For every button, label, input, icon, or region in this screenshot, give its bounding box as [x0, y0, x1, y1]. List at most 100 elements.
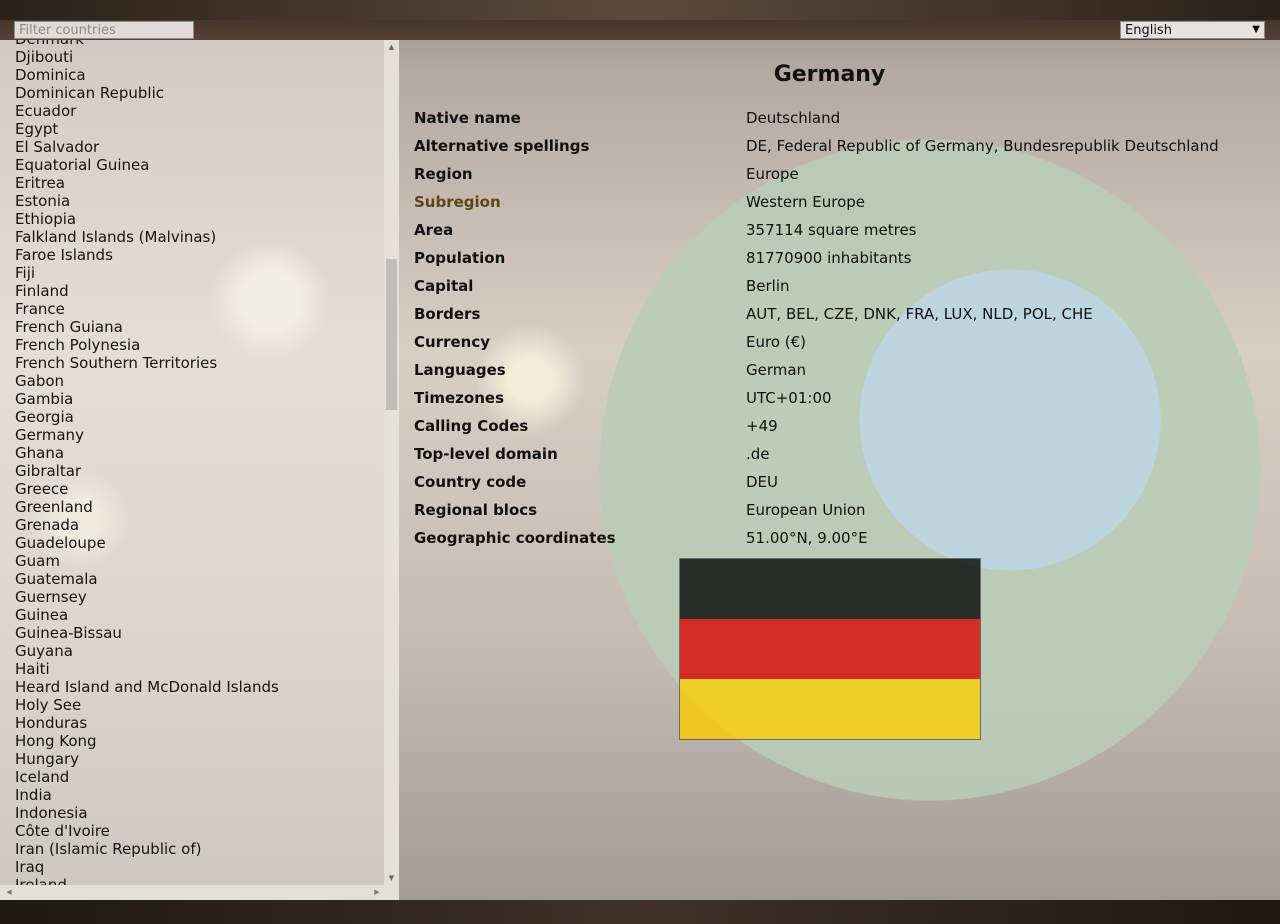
country-list-item[interactable]: French Polynesia: [15, 336, 279, 354]
info-row: Native name Deutschland: [414, 104, 1219, 132]
info-row: Country code DEU: [414, 468, 1219, 496]
country-list-item[interactable]: Holy See: [15, 696, 279, 714]
country-list-item[interactable]: Georgia: [15, 408, 279, 426]
scroll-right-icon[interactable]: ▶: [370, 885, 384, 900]
info-label: Subregion: [414, 193, 501, 211]
country-list-item[interactable]: Indonesia: [15, 804, 279, 822]
country-list-item[interactable]: Haiti: [15, 660, 279, 678]
bottom-background-strip: [0, 900, 1280, 924]
country-list-item[interactable]: Ethiopia: [15, 210, 279, 228]
country-list-item[interactable]: Faroe Islands: [15, 246, 279, 264]
info-label: Calling Codes: [414, 417, 529, 435]
info-value: Deutschland: [746, 109, 841, 127]
info-row: Borders AUT, BEL, CZE, DNK, FRA, LUX, NLD…: [414, 300, 1219, 328]
country-list-item[interactable]: Guatemala: [15, 570, 279, 588]
info-row: Region Europe: [414, 160, 1219, 188]
info-label: Area: [414, 221, 454, 239]
language-select[interactable]: English ▼: [1120, 21, 1265, 39]
country-flag: [679, 558, 981, 740]
info-label: Population: [414, 249, 506, 267]
country-list-item[interactable]: Guam: [15, 552, 279, 570]
country-list-item[interactable]: Iran (Islamic Republic of): [15, 840, 279, 858]
country-info-table: Native name Deutschland Alternative spelli…: [414, 104, 1219, 552]
country-list-item[interactable]: Honduras: [15, 714, 279, 732]
info-label: Currency: [414, 333, 491, 351]
info-row: Calling Codes +49: [414, 412, 1219, 440]
country-list-item[interactable]: Hong Kong: [15, 732, 279, 750]
info-label: Top-level domain: [414, 445, 558, 463]
country-list-item[interactable]: Ecuador: [15, 102, 279, 120]
country-list-item[interactable]: Greenland: [15, 498, 279, 516]
info-row: Subregion Western Europe: [414, 188, 1219, 216]
country-list-item[interactable]: Egypt: [15, 120, 279, 138]
country-list-item[interactable]: Djibouti: [15, 48, 279, 66]
country-list-item[interactable]: El Salvador: [15, 138, 279, 156]
country-list-item[interactable]: Estonia: [15, 192, 279, 210]
country-list-item[interactable]: Guinea-Bissau: [15, 624, 279, 642]
country-list-item[interactable]: Finland: [15, 282, 279, 300]
country-list-item[interactable]: Ireland: [15, 876, 279, 885]
country-list-item[interactable]: French Guiana: [15, 318, 279, 336]
filter-countries-input[interactable]: [14, 21, 194, 39]
info-row: Languages German: [414, 356, 1219, 384]
country-list-item[interactable]: Côte d'Ivoire: [15, 822, 279, 840]
country-list-item[interactable]: Greece: [15, 480, 279, 498]
country-list-item[interactable]: Iraq: [15, 858, 279, 876]
country-list-item[interactable]: Gambia: [15, 390, 279, 408]
country-list-item[interactable]: Fiji: [15, 264, 279, 282]
info-value: .de: [746, 445, 770, 463]
info-value: Western Europe: [746, 193, 866, 211]
info-value: German: [746, 361, 807, 379]
info-value: UTC+01:00: [746, 389, 832, 407]
vertical-scrollbar[interactable]: ▲ ▼: [384, 40, 399, 885]
flag-stripe: [680, 559, 980, 619]
country-list-item[interactable]: Dominica: [15, 66, 279, 84]
scroll-up-icon[interactable]: ▲: [384, 40, 399, 54]
country-list-item[interactable]: Gabon: [15, 372, 279, 390]
country-list-item[interactable]: France: [15, 300, 279, 318]
info-label: Languages: [414, 361, 506, 379]
info-value: Europe: [746, 165, 799, 183]
info-row: Alternative spellings DE, Federal Republi…: [414, 132, 1219, 160]
country-list-item[interactable]: Dominican Republic: [15, 84, 279, 102]
country-list-item[interactable]: Equatorial Guinea: [15, 156, 279, 174]
country-list-item[interactable]: Gibraltar: [15, 462, 279, 480]
info-label: Borders: [414, 305, 481, 323]
info-value: 51.00°N, 9.00°E: [746, 529, 868, 547]
info-label: Timezones: [414, 389, 504, 407]
country-list-item[interactable]: India: [15, 786, 279, 804]
country-title: Germany: [773, 62, 886, 87]
country-list-item[interactable]: Guinea: [15, 606, 279, 624]
vertical-scrollbar-thumb[interactable]: [386, 259, 397, 410]
country-list-item[interactable]: French Southern Territories: [15, 354, 279, 372]
info-label: Region: [414, 165, 473, 183]
scrollbar-corner: [384, 885, 399, 900]
country-list-item[interactable]: Iceland: [15, 768, 279, 786]
horizontal-scrollbar[interactable]: ◀ ▶: [0, 885, 384, 900]
info-row: Area 357114 square metres: [414, 216, 1219, 244]
info-label: Geographic coordinates: [414, 529, 616, 547]
country-list-item[interactable]: Hungary: [15, 750, 279, 768]
info-label: Capital: [414, 277, 474, 295]
info-row: Top-level domain .de: [414, 440, 1219, 468]
country-list-item[interactable]: Grenada: [15, 516, 279, 534]
info-value: AUT, BEL, CZE, DNK, FRA, LUX, NLD, POL, …: [746, 305, 1093, 323]
country-list-item[interactable]: Eritrea: [15, 174, 279, 192]
country-list-item[interactable]: Guernsey: [15, 588, 279, 606]
country-list-item[interactable]: Falkland Islands (Malvinas): [15, 228, 279, 246]
country-list-item[interactable]: Denmark: [15, 40, 279, 48]
country-list-item[interactable]: Heard Island and McDonald Islands: [15, 678, 279, 696]
scroll-left-icon[interactable]: ◀: [2, 885, 16, 900]
country-list-item[interactable]: Guyana: [15, 642, 279, 660]
country-list-item[interactable]: Germany: [15, 426, 279, 444]
info-label: Alternative spellings: [414, 137, 590, 155]
country-list-item[interactable]: Ghana: [15, 444, 279, 462]
country-list-item[interactable]: Guadeloupe: [15, 534, 279, 552]
info-label: Regional blocs: [414, 501, 538, 519]
info-row: Capital Berlin: [414, 272, 1219, 300]
info-row: Timezones UTC+01:00: [414, 384, 1219, 412]
country-list-viewport[interactable]: DenmarkDjiboutiDominicaDominican Republi…: [15, 40, 383, 885]
scroll-down-icon[interactable]: ▼: [384, 871, 399, 885]
info-row: Currency Euro (€): [414, 328, 1219, 356]
chevron-down-icon: ▼: [1252, 24, 1260, 35]
